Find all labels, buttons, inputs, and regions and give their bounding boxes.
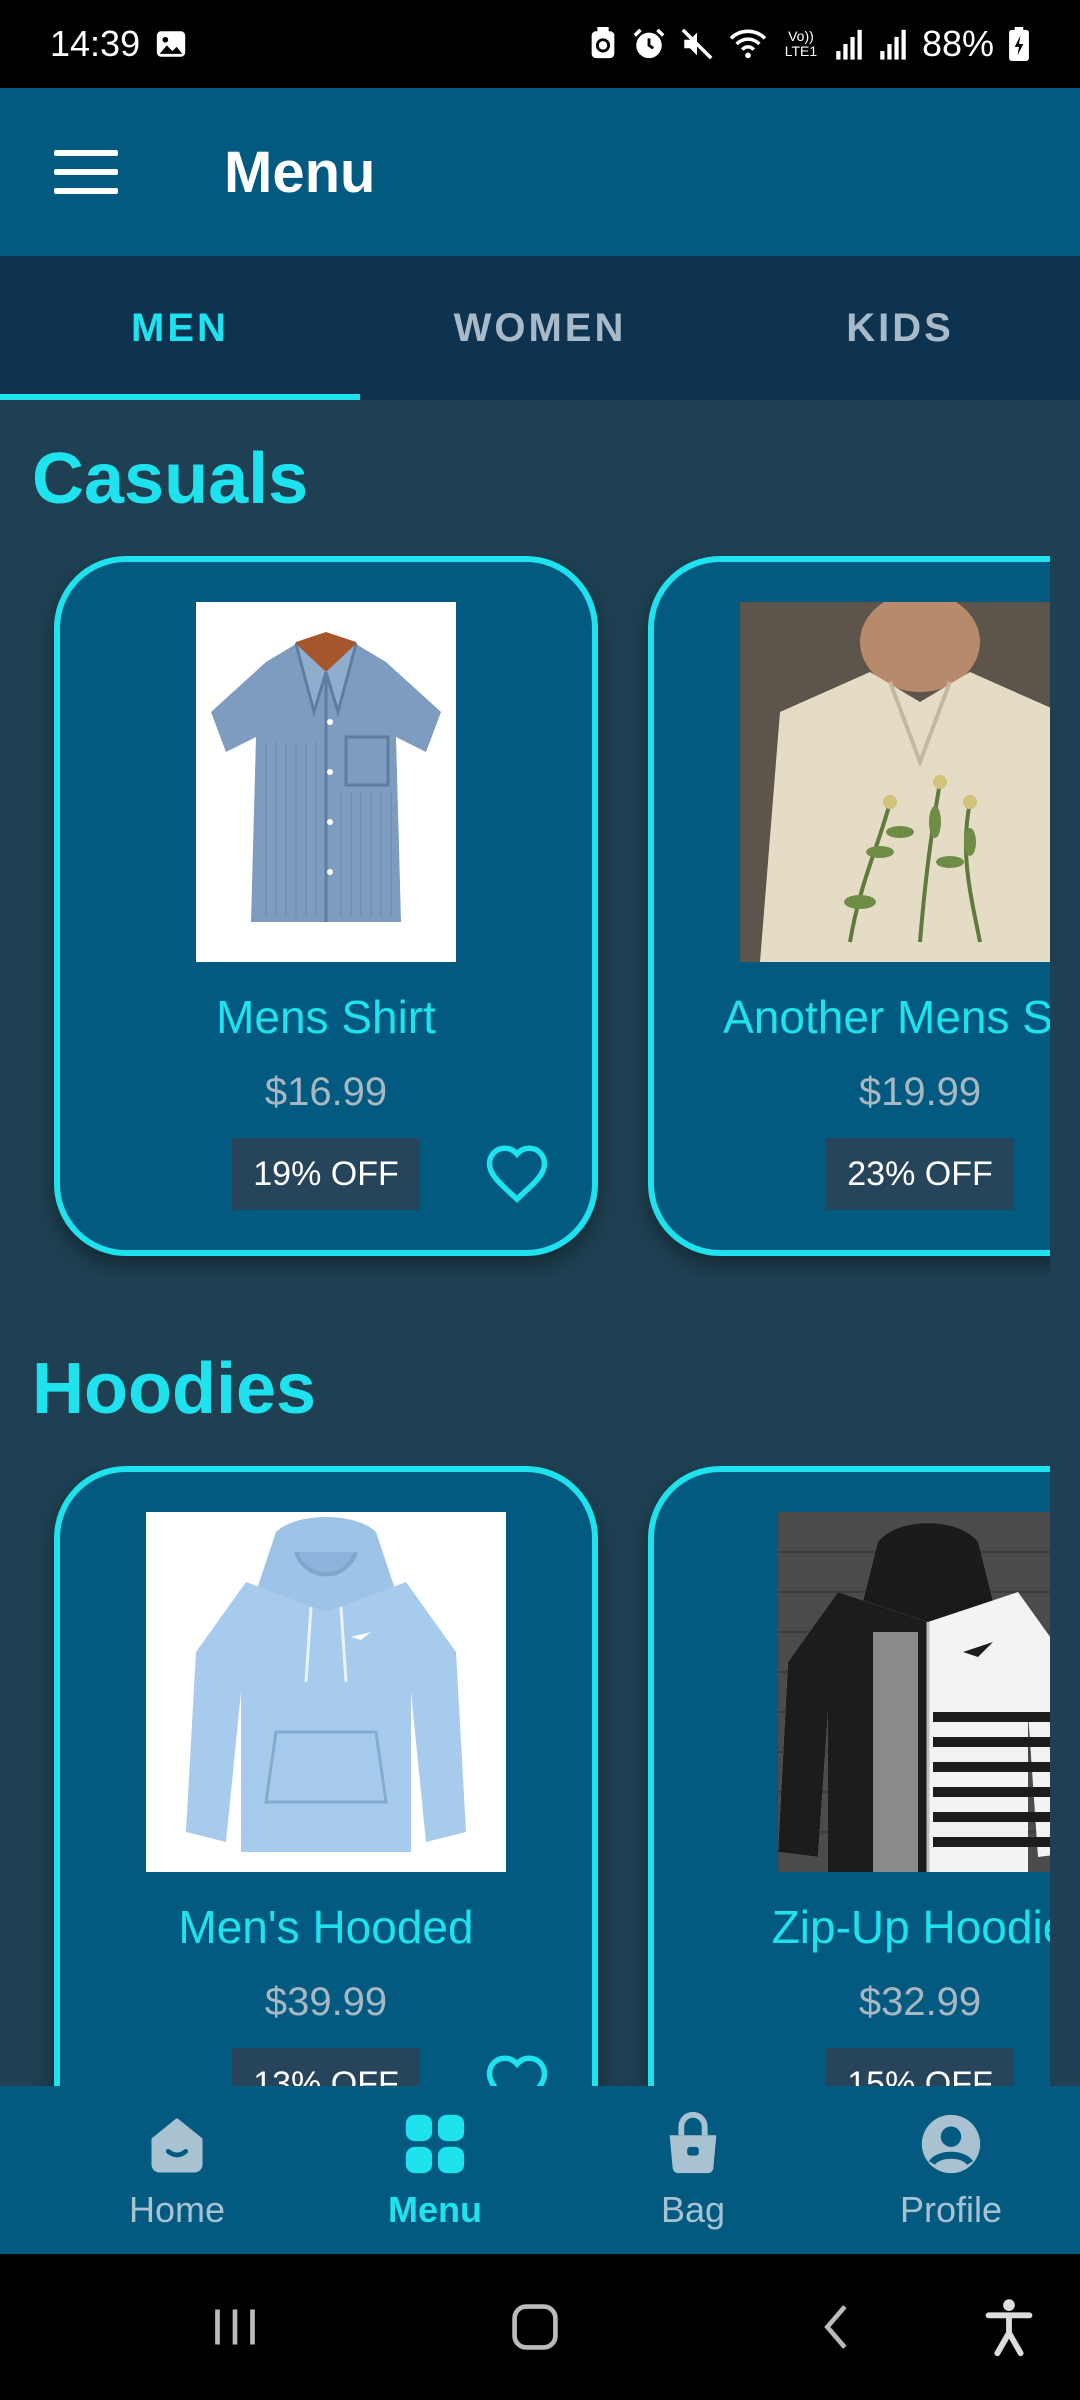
product-list[interactable]: Casuals Mens Shirt $16.99 19% OFF Anothe… <box>0 400 1080 2086</box>
nav-menu[interactable]: Menu <box>306 2086 564 2254</box>
status-left: 14:39 <box>50 23 188 65</box>
backup-icon <box>588 24 618 64</box>
tab-women[interactable]: WOMEN <box>360 256 720 400</box>
app-bar: Menu <box>0 88 1080 256</box>
discount-badge: 23% OFF <box>826 1138 1014 1210</box>
product-price: $19.99 <box>858 1070 982 1114</box>
home-button-icon[interactable] <box>500 2292 570 2362</box>
product-carousel-hoodies[interactable]: Men's Hooded $39.99 13% OFF Zip-Up Hoodi… <box>0 1466 1050 2086</box>
grid-icon <box>405 2114 465 2174</box>
alarm-icon <box>632 24 666 64</box>
battery-charging-icon <box>1008 24 1030 64</box>
category-tabs: MEN WOMEN KIDS <box>0 256 1080 400</box>
tab-kids[interactable]: KIDS <box>720 256 1080 400</box>
recent-apps-icon[interactable] <box>200 2292 270 2362</box>
heart-outline-icon[interactable] <box>484 2052 550 2086</box>
product-image-hoodie <box>146 1512 506 1872</box>
section-title-hoodies: Hoodies <box>32 1349 317 1429</box>
product-image-floral-shirt <box>740 602 1050 962</box>
product-carousel-casuals[interactable]: Mens Shirt $16.99 19% OFF Another Mens S… <box>0 556 1050 1276</box>
product-name: Mens Shirt <box>216 991 436 1043</box>
product-name: Men's Hooded <box>178 1901 474 1953</box>
nav-profile-label: Profile <box>899 2189 1003 2230</box>
product-card[interactable]: Mens Shirt $16.99 19% OFF <box>54 556 598 1256</box>
home-icon <box>151 2118 203 2173</box>
nav-home[interactable]: Home <box>48 2086 306 2254</box>
system-navigation-bar <box>0 2254 1080 2400</box>
product-image-zip-hoodie <box>778 1512 1050 1872</box>
heart-outline-icon[interactable] <box>484 1142 550 1204</box>
discount-badge: 15% OFF <box>826 2048 1014 2086</box>
status-right: Vo)) LTE1 88% <box>588 23 1030 65</box>
wifi-icon <box>728 24 768 64</box>
product-name: Another Mens Shirt <box>723 991 1050 1043</box>
product-price: $16.99 <box>264 1070 388 1114</box>
accessibility-icon[interactable] <box>974 2292 1044 2362</box>
image-icon <box>154 24 188 64</box>
page-title: Menu <box>224 139 376 205</box>
shopping-bag-icon <box>669 2112 717 2174</box>
hamburger-icon[interactable] <box>54 150 118 194</box>
discount-badge: 13% OFF <box>232 2048 420 2086</box>
nav-bag[interactable]: Bag <box>564 2086 822 2254</box>
signal-icon <box>878 24 908 64</box>
back-icon[interactable] <box>804 2292 874 2362</box>
mute-icon <box>680 24 714 64</box>
product-price: $32.99 <box>858 1980 982 2024</box>
discount-badge: 19% OFF <box>232 1138 420 1210</box>
battery-percent: 88% <box>921 23 994 64</box>
product-card[interactable]: Zip-Up Hoodie $32.99 15% OFF <box>648 1466 1050 2086</box>
product-image-shirt <box>196 602 456 962</box>
product-card[interactable]: Men's Hooded $39.99 13% OFF <box>54 1466 598 2086</box>
tab-men[interactable]: MEN <box>0 256 360 400</box>
account-circle-icon <box>921 2114 981 2174</box>
volte-icon: Vo)) LTE1 <box>782 24 820 64</box>
status-time: 14:39 <box>50 23 141 64</box>
nav-bag-label: Bag <box>660 2189 726 2230</box>
bottom-navigation: Home Menu Bag Profile <box>0 2086 1080 2254</box>
section-title-casuals: Casuals <box>32 439 309 519</box>
nav-menu-label: Menu <box>388 2189 482 2230</box>
product-card[interactable]: Another Mens Shirt $19.99 23% OFF <box>648 556 1050 1256</box>
product-name: Zip-Up Hoodie <box>771 1901 1050 1953</box>
nav-profile[interactable]: Profile <box>822 2086 1080 2254</box>
nav-home-label: Home <box>128 2189 226 2230</box>
signal-icon <box>834 24 864 64</box>
product-price: $39.99 <box>264 1980 388 2024</box>
volte-label: Vo)) LTE1 <box>784 28 818 59</box>
status-bar: 14:39 Vo)) LTE1 88% <box>0 0 1080 88</box>
